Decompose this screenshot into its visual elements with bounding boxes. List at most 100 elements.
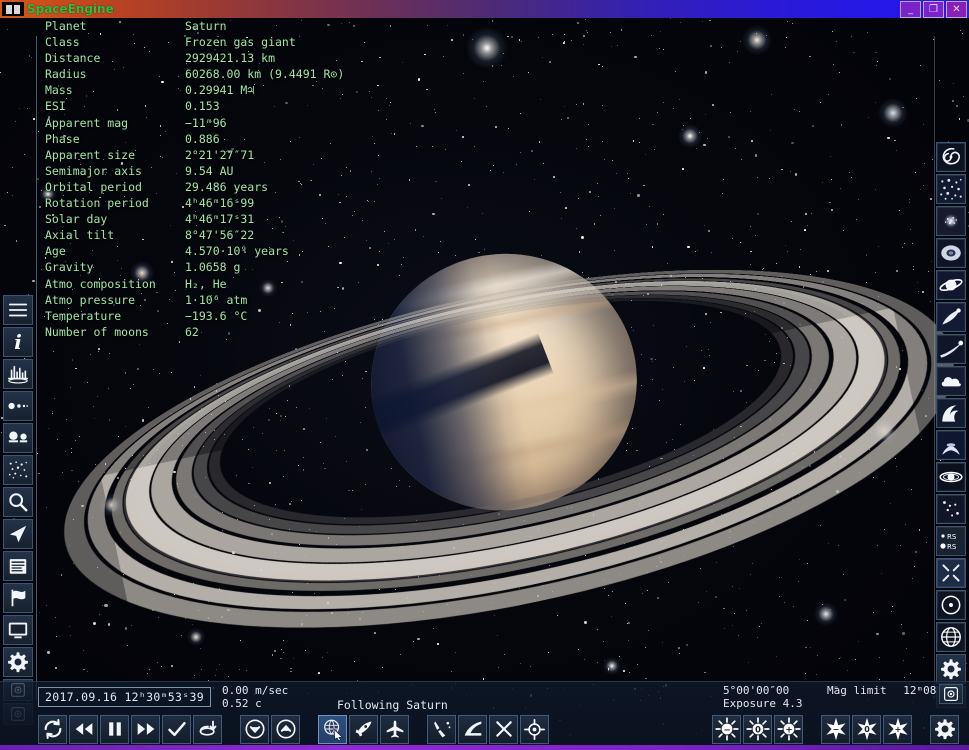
info-row: Phase 0.886 [45,131,344,147]
info-row-value: 0.153 [185,99,220,114]
record-button[interactable] [939,684,963,704]
info-row: Apparent size 2°21'27″71 [45,147,344,163]
toolbar-orbit-icon[interactable] [458,714,487,744]
toolbar-center-target-icon[interactable] [520,714,549,744]
right-toolbar-comet-icon[interactable] [936,302,966,332]
left-toolbar-search-icon[interactable] [3,487,33,517]
fov-value: 5°00'00″00 [723,684,790,697]
toolbar-mag-up-icon[interactable]: + [883,714,912,744]
info-row: Atmo pressure 1·10⁶ atm [45,292,344,308]
toolbar-mag-auto-icon[interactable]: 0 [852,714,881,744]
navigation-icon [7,523,29,545]
info-row-key: Class [45,35,80,50]
toolbar-mag-down-icon[interactable]: − [821,714,850,744]
maximize-button[interactable]: ❐ [923,1,944,18]
right-toolbar-meteor-icon[interactable] [936,334,966,364]
left-toolbar-menu-icon[interactable] [3,295,33,325]
right-toolbar-gear-icon[interactable] [936,654,966,684]
right-toolbar-cluster-icon[interactable] [936,206,966,236]
toolbar-exposure-up-icon[interactable]: + [774,714,803,744]
toolbar-gear-icon[interactable] [930,714,959,744]
spacecraft-icon [354,719,374,739]
left-toolbar-journal-icon[interactable] [3,551,33,581]
info-row: Radius 60268.00 km (9.4491 R⊙) [45,66,344,82]
right-toolbar-sparkle-icon[interactable] [936,558,966,588]
right-toolbar-stars-icon[interactable] [936,174,966,204]
svg-text:−: − [723,725,730,735]
toolbar-spacecraft-icon[interactable] [349,714,378,744]
toolbar-fast-forward-icon[interactable] [131,714,160,744]
right-toolbar-galaxy-icon[interactable] [936,142,966,172]
toolbar-time-reverse-icon[interactable] [38,714,67,744]
left-toolbar-compare-icon[interactable] [3,423,33,453]
toolbar-exposure-auto-icon[interactable]: 0 [743,714,772,744]
fov-readout: 5°00'00″00 Exposure 4.3 [723,684,802,710]
toolbar-chevron-up-icon[interactable] [271,714,300,744]
info-row-value: 4ʰ46ᵐ17ˢ31 [185,212,255,227]
info-row: Apparent mag −11ᵐ96 [45,115,344,131]
info-row-value: 0.29941 M♃ [185,83,255,98]
record-icon[interactable] [939,684,963,704]
toolbar-follow-icon[interactable] [489,714,518,744]
svg-text:0: 0 [864,725,870,734]
left-toolbar-gear-icon[interactable] [3,647,33,677]
sparkle-icon [938,560,964,586]
search-icon [7,491,29,513]
info-row-value: 0.886 [185,131,220,146]
info-row-key: Semimajor axis [45,163,142,178]
toolbar-chevron-down-icon[interactable] [240,714,269,744]
info-row: Distance 2929421.13 km [45,50,344,66]
info-row: Orbital period 29.486 years [45,179,344,195]
toolbar-free-cursor-icon[interactable] [318,714,347,744]
nebula-icon [938,240,964,266]
meteor-icon [938,336,964,362]
left-toolbar-spectrum-icon[interactable] [3,359,33,389]
left-toolbar-info-icon[interactable]: i [3,327,33,357]
info-row-value: 60268.00 km (9.4491 R⊙) [185,67,345,82]
toolbar-exposure-down-icon[interactable]: − [712,714,741,744]
left-toolbar-orbits-icon[interactable] [3,391,33,421]
toolbar-reset-time-icon[interactable] [193,714,222,744]
right-toolbar-labels-rs-icon[interactable]: RS RS [936,526,966,556]
close-button[interactable]: ✕ [946,1,967,18]
right-toolbar-orbit-point-icon[interactable] [936,590,966,620]
info-row: ESI 0.153 [45,98,344,114]
toolbar-pause-icon[interactable] [100,714,129,744]
right-toolbar-aurora-icon[interactable] [936,398,966,428]
menu-icon [7,299,29,321]
toolbar-land-icon[interactable] [427,714,456,744]
ring-system-icon [938,464,964,490]
svg-text:+: + [894,725,901,734]
right-toolbar-jets-icon[interactable] [936,430,966,460]
toolbar-realtime-icon[interactable] [162,714,191,744]
info-row-value: 1.0658 g [185,260,241,275]
datetime-field[interactable]: 2017.09.16 12ʰ30ᵐ53ˢ39 [38,687,211,707]
info-row-key: ESI [45,99,66,114]
left-toolbar-starmap-icon[interactable] [3,455,33,485]
right-toolbar-nebula-icon[interactable] [936,238,966,268]
info-row: Gravity 1.0658 g [45,259,344,275]
right-toolbar-ring-system-icon[interactable] [936,462,966,492]
info-row-value: 4ʰ46ᵐ16ˢ99 [185,196,255,211]
info-row-key: Planet [45,19,87,33]
left-toolbar-display-icon[interactable] [3,615,33,645]
info-row-value: H₂, He [185,276,227,291]
left-toolbar-flag-icon[interactable] [3,583,33,613]
right-toolbar-cloud-icon[interactable] [936,366,966,396]
toolbar-rewind-icon[interactable] [69,714,98,744]
info-row: Temperature −193.6 °C [45,308,344,324]
speed-mps: 0.00 m/sec [222,684,289,697]
orbits-icon [7,395,29,417]
info-row-value: 2929421.13 km [185,51,276,66]
center-target-icon [524,718,545,740]
right-toolbar-grid-icon[interactable] [936,622,966,652]
minimize-button[interactable]: _ [900,1,921,18]
mode-group [318,714,409,744]
left-toolbar-navigation-icon[interactable] [3,519,33,549]
right-toolbar-planet-rings-icon[interactable] [936,270,966,300]
left-toolbar: i [3,295,33,725]
svg-text:RS: RS [947,533,957,541]
galaxy-icon [938,144,964,170]
toolbar-aircraft-icon[interactable] [380,714,409,744]
right-toolbar-asterism-icon[interactable] [936,494,966,524]
